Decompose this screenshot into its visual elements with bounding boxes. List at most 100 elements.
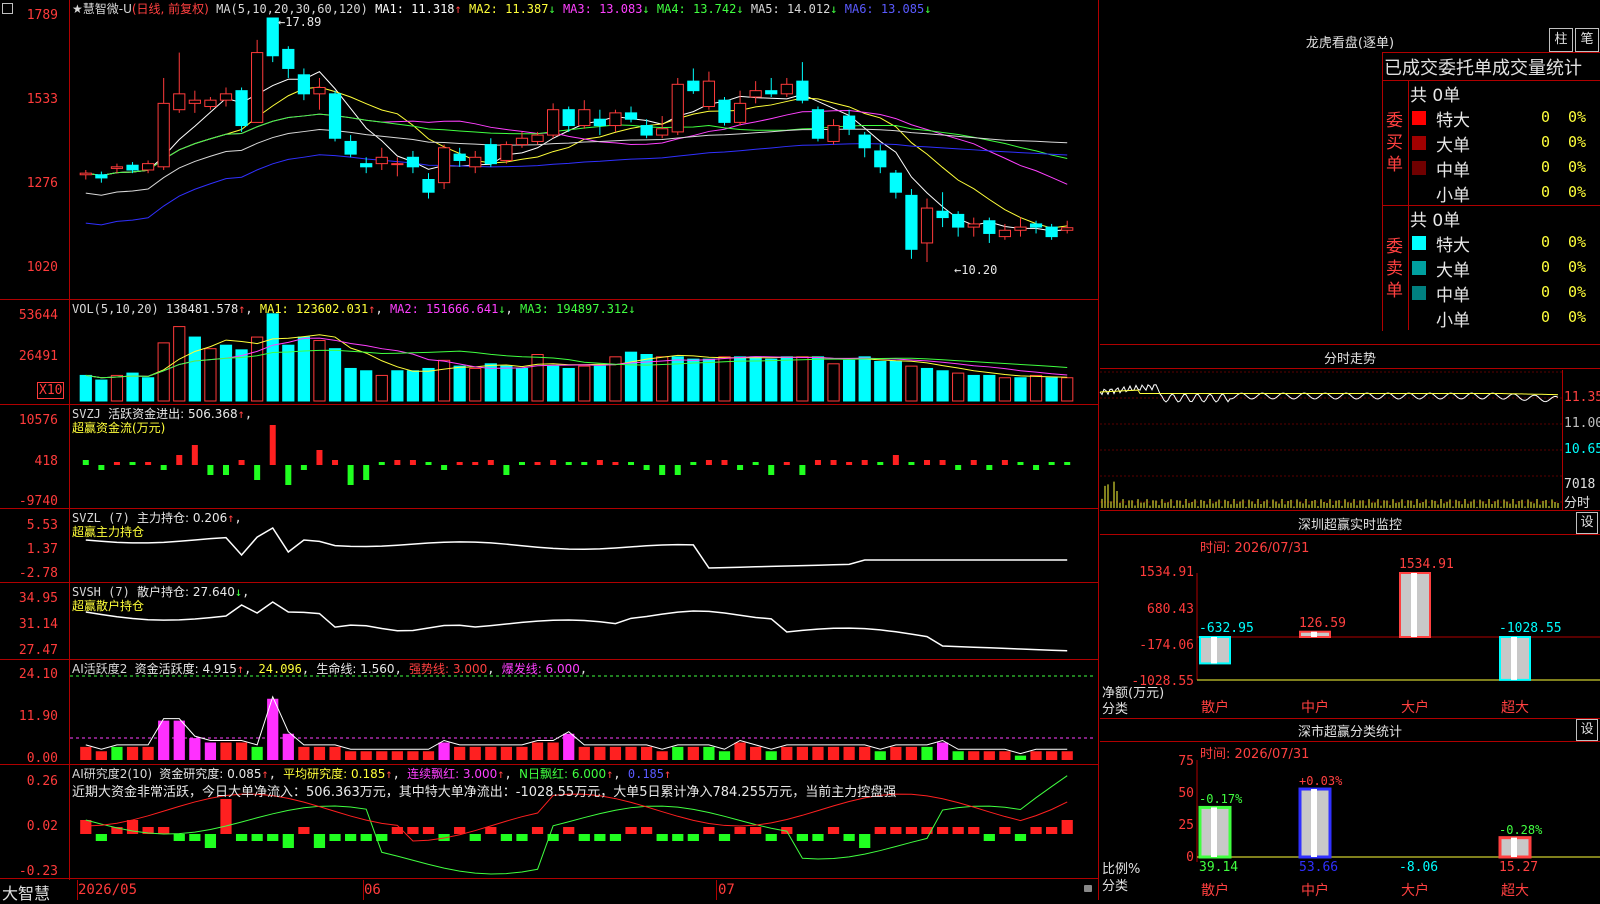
volume-bar xyxy=(469,367,482,402)
volume-bar xyxy=(905,365,918,402)
flow-bar xyxy=(98,465,105,470)
date-tick xyxy=(77,880,78,900)
volume-bar xyxy=(1061,377,1074,402)
flow-bar xyxy=(269,425,276,465)
volume-bar xyxy=(796,356,809,402)
candle-body xyxy=(297,74,310,95)
candle-body xyxy=(936,210,949,219)
candle-body xyxy=(702,80,716,108)
flow-bar xyxy=(145,462,152,465)
research-bar xyxy=(360,834,372,841)
candle-body xyxy=(967,223,980,228)
candle-body xyxy=(157,102,170,168)
research-bar xyxy=(376,834,388,841)
active-bar xyxy=(563,733,575,760)
candle-body xyxy=(375,156,388,165)
flow-bar xyxy=(846,462,853,465)
vol-ytick: 26491 xyxy=(18,349,58,364)
active-bar xyxy=(625,746,637,760)
active-life: 生命线: 1.560 xyxy=(316,662,395,676)
sh-category: 中户 xyxy=(1301,883,1329,899)
holding-line xyxy=(85,526,1068,569)
volume-bar xyxy=(500,365,513,402)
candle-body xyxy=(391,163,404,166)
research-label: 资金研究度: 0.085 xyxy=(159,767,262,781)
candle-body xyxy=(656,128,669,136)
active-v2: 24.096 xyxy=(258,662,302,676)
volume-bar xyxy=(328,348,342,402)
active-bar xyxy=(454,746,466,760)
flow-bar xyxy=(596,460,603,465)
volume-bar xyxy=(297,336,310,402)
lock-icon[interactable] xyxy=(1084,885,1092,892)
flow-bar xyxy=(300,465,307,470)
research-bar xyxy=(500,834,513,841)
volume-bar xyxy=(282,344,295,402)
active-bar xyxy=(547,742,559,760)
flow-bar xyxy=(176,455,183,465)
flow-bar xyxy=(628,462,635,465)
candle-body xyxy=(593,118,606,127)
vol-ytick: 53644 xyxy=(18,308,58,323)
research-bar xyxy=(905,827,918,834)
volume-bar xyxy=(983,374,996,402)
candle-body xyxy=(827,125,840,142)
flow-bar xyxy=(830,460,837,465)
research-bar xyxy=(189,834,201,841)
candle-body xyxy=(235,90,248,127)
svzl-ytick: 5.53 xyxy=(26,518,58,533)
candle-body xyxy=(531,134,544,142)
candle-body xyxy=(344,140,357,155)
active-burst: 爆发线: 6.000 xyxy=(501,662,580,676)
candlestick-chart[interactable] xyxy=(0,0,1100,900)
retail-line xyxy=(85,601,1068,652)
flow-bar xyxy=(222,465,229,475)
candle-body xyxy=(920,207,934,244)
flow-bar xyxy=(347,465,354,485)
sh-bar-value: 15.27 xyxy=(1499,860,1539,875)
volume-bar xyxy=(453,365,466,402)
research-header: AI研究度2(10) 资金研究度: 0.085↑, 平均研究度: 0.185↑,… xyxy=(72,767,672,781)
volume-bar xyxy=(204,348,217,402)
candle-body xyxy=(1029,223,1043,228)
volume-bar xyxy=(578,365,591,402)
research-bar xyxy=(952,827,964,834)
active-bar xyxy=(469,746,481,760)
research-bar xyxy=(750,827,762,834)
candle-body xyxy=(843,115,856,130)
volume-bar xyxy=(79,374,92,402)
research-bar xyxy=(95,834,107,841)
volume-bar xyxy=(749,356,762,402)
active-bar xyxy=(345,751,357,760)
candle-body xyxy=(780,83,793,95)
candle-body xyxy=(796,80,809,101)
research-bar xyxy=(609,834,622,841)
active-bar xyxy=(111,746,123,760)
ma-line xyxy=(85,109,1068,185)
flow-bar xyxy=(612,462,619,465)
active-bar xyxy=(251,746,263,760)
candle-body xyxy=(219,93,233,101)
active-bar xyxy=(656,751,668,760)
candle-body xyxy=(578,109,591,127)
volume-bar xyxy=(952,372,965,402)
candle-body xyxy=(437,147,451,184)
active-bar xyxy=(750,746,762,760)
active-bar xyxy=(968,751,980,760)
active-title: AI活跃度2 xyxy=(72,662,128,676)
flow-bar xyxy=(332,460,339,465)
flow-bar xyxy=(113,462,120,465)
flow-bar xyxy=(939,460,946,465)
candle-body xyxy=(1014,226,1027,231)
candle-body xyxy=(173,93,186,111)
research-ytick: 0.02 xyxy=(26,819,58,834)
volume-bar xyxy=(126,372,139,402)
volume-bar xyxy=(811,356,825,402)
flow-bar xyxy=(487,460,494,465)
date-tick xyxy=(363,880,364,900)
flow-bar xyxy=(768,465,775,475)
volume-bar xyxy=(110,374,124,402)
date-label: 2026/05 xyxy=(78,882,138,898)
volume-bar xyxy=(843,359,856,402)
active-bar xyxy=(516,746,528,760)
